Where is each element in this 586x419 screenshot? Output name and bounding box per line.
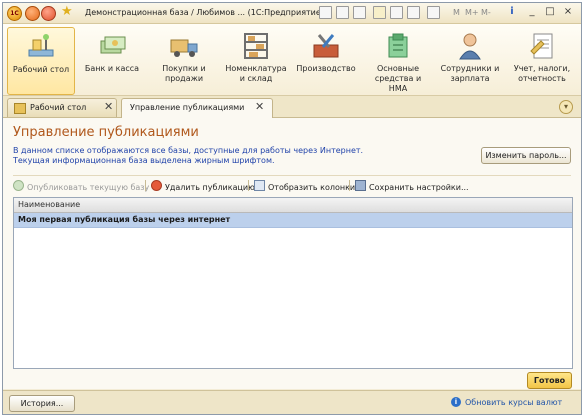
toolbar-separator xyxy=(248,180,249,191)
divider xyxy=(13,175,571,176)
mem-plus-button[interactable]: M+ xyxy=(465,8,479,17)
show-columns-button[interactable]: Отобразить колонки xyxy=(254,180,355,193)
sections-panel: Рабочий стол Банк и касса Покупки и прод… xyxy=(3,24,581,96)
tab-bar: Рабочий стол ✕ Управление публикациями ✕… xyxy=(3,96,581,118)
app-logo-icon[interactable]: 1С xyxy=(7,6,22,21)
table-header[interactable]: Наименование xyxy=(14,198,572,213)
delete-publication-button[interactable]: Удалить публикацию xyxy=(151,180,255,193)
employee-icon xyxy=(455,31,485,61)
section-label: Покупки и продажи xyxy=(162,64,206,83)
publish-icon xyxy=(13,180,24,191)
change-password-button[interactable]: Изменить пароль... xyxy=(481,147,571,164)
description-line-1: В данном списке отображаются все базы, д… xyxy=(13,146,364,155)
back-button[interactable] xyxy=(41,6,56,21)
maximize-button[interactable]: □ xyxy=(543,5,557,19)
update-exchange-rates-link[interactable]: Обновить курсы валют xyxy=(465,398,562,407)
application-window: 1С ★ Демонстрационная база / Любимов ...… xyxy=(2,2,582,415)
title-bar: 1С ★ Демонстрационная база / Любимов ...… xyxy=(3,3,581,24)
section-label: Рабочий стол xyxy=(12,65,70,74)
window-title: Демонстрационная база / Любимов ... (1С:… xyxy=(85,8,324,17)
tab-publication-management[interactable]: Управление публикациями ✕ xyxy=(121,98,273,118)
close-button[interactable]: × xyxy=(561,5,575,19)
fixed-assets-icon xyxy=(383,31,413,61)
section-production[interactable]: Производство xyxy=(293,27,359,93)
save-icon xyxy=(355,180,366,191)
tab-label: Рабочий стол xyxy=(30,103,87,112)
section-label: Банк и касса xyxy=(84,64,140,73)
section-label: Производство xyxy=(296,64,356,73)
truck-icon xyxy=(169,31,199,61)
info-icon: i xyxy=(451,397,461,407)
preview-icon[interactable] xyxy=(353,6,366,19)
tab-label: Управление публикациями xyxy=(130,103,245,112)
money-icon xyxy=(97,31,127,61)
close-tab-icon[interactable]: ✕ xyxy=(104,101,113,113)
section-employees[interactable]: Сотрудники и зарплата xyxy=(437,27,503,93)
save-icon[interactable] xyxy=(319,6,332,19)
calendar-icon[interactable] xyxy=(407,6,420,19)
mem-m-button[interactable]: M xyxy=(453,8,460,17)
status-bar: История... i Обновить курсы валют xyxy=(3,390,581,414)
tab-desktop[interactable]: Рабочий стол ✕ xyxy=(7,98,117,117)
section-purchases-sales[interactable]: Покупки и продажи xyxy=(151,27,217,93)
desk-icon xyxy=(26,32,56,62)
folder-icon xyxy=(14,103,26,114)
calculator-icon[interactable] xyxy=(427,6,440,19)
done-button[interactable]: Готово xyxy=(527,372,572,389)
form-content: Управление публикациями В данном списке … xyxy=(3,118,581,389)
section-desktop[interactable]: Рабочий стол xyxy=(7,27,75,95)
close-tab-icon[interactable]: ✕ xyxy=(255,101,264,113)
save-settings-button[interactable]: Сохранить настройки... xyxy=(355,180,469,193)
page-title: Управление публикациями xyxy=(13,125,199,140)
publications-table[interactable]: Наименование Моя первая публикация базы … xyxy=(13,197,573,369)
delete-icon xyxy=(151,180,162,191)
section-bank[interactable]: Банк и касса xyxy=(79,27,145,93)
favorites-star-icon[interactable]: ★ xyxy=(61,5,73,19)
section-accounting-reports[interactable]: Учет, налоги, отчетность xyxy=(509,27,575,93)
command-label: Удалить публикацию xyxy=(165,183,255,192)
section-label: Основные средства и НМА xyxy=(374,64,422,93)
section-label: Сотрудники и зарплата xyxy=(440,64,500,83)
section-label: Учет, налоги, отчетность xyxy=(513,64,571,83)
minimize-button[interactable]: _ xyxy=(525,5,539,19)
reports-icon xyxy=(527,31,557,61)
section-fixed-assets[interactable]: Основные средства и НМА xyxy=(365,27,431,93)
tools-icon xyxy=(311,31,341,61)
history-button[interactable]: История... xyxy=(9,395,75,412)
command-label: Опубликовать текущую базу xyxy=(27,183,150,192)
table-row[interactable]: Моя первая публикация базы через интерне… xyxy=(14,213,572,228)
tabs-menu-chevron-down-icon[interactable]: ▾ xyxy=(559,100,573,114)
info-button[interactable]: i xyxy=(505,5,519,19)
description-line-2: Текущая информационная база выделена жир… xyxy=(13,156,275,165)
toolbar-separator xyxy=(349,180,350,191)
history-icon[interactable] xyxy=(390,6,403,19)
columns-icon xyxy=(254,180,265,191)
toolbar-separator xyxy=(145,180,146,191)
command-label: Отобразить колонки xyxy=(268,183,356,192)
publication-name-cell: Моя первая публикация базы через интерне… xyxy=(18,215,231,224)
shelves-icon xyxy=(241,31,271,61)
section-nomenclature[interactable]: Номенклатура и склад xyxy=(223,27,289,93)
mem-minus-button[interactable]: M- xyxy=(481,8,491,17)
print-icon[interactable] xyxy=(336,6,349,19)
command-label: Сохранить настройки... xyxy=(369,183,469,192)
column-header-name[interactable]: Наименование xyxy=(18,200,80,209)
main-menu-button[interactable] xyxy=(25,6,40,21)
favorite-add-icon[interactable] xyxy=(373,6,386,19)
section-label: Номенклатура и склад xyxy=(225,64,287,83)
publish-current-base-button[interactable]: Опубликовать текущую базу xyxy=(13,180,149,193)
